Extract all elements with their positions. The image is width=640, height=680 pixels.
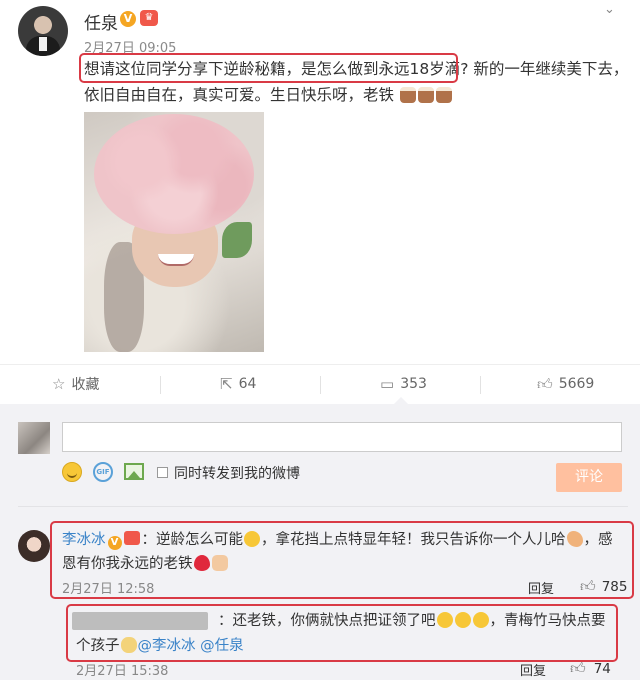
comment-count: 353 xyxy=(400,376,427,392)
more-chevron-icon[interactable]: ⌄ xyxy=(604,2,616,17)
comment-icon: ▭ xyxy=(380,375,395,393)
heart-emoji-icon xyxy=(193,555,210,571)
action-separator xyxy=(320,376,321,394)
emoji-icon[interactable] xyxy=(62,462,82,482)
thumb-up-icon: 👍︎ xyxy=(537,374,553,393)
reply-button[interactable]: 回复 xyxy=(528,578,554,597)
reply-text: ：还老铁，你俩就快点把证领了吧 ，青梅竹马快点要个孩子 @李冰冰 @任泉 xyxy=(76,609,612,659)
muscle-emoji-icon xyxy=(566,531,583,547)
author-avatar[interactable] xyxy=(18,6,68,56)
thumb-up-icon: 👍︎ xyxy=(580,577,596,595)
action-separator xyxy=(160,376,161,394)
smirk-emoji-icon xyxy=(436,612,453,628)
comment-input[interactable] xyxy=(62,422,622,452)
reply-like-count: 74 xyxy=(593,660,611,677)
like-button[interactable]: 👍︎ 5669 xyxy=(537,364,594,404)
comment-text-part-1: ：逆龄怎么可能 xyxy=(141,532,244,548)
commenter-avatar[interactable] xyxy=(18,530,50,562)
gif-icon[interactable]: GIF xyxy=(93,462,113,482)
star-icon: ☆ xyxy=(52,375,66,393)
cake-emoji-icon xyxy=(417,87,434,103)
photo-leaf xyxy=(222,222,252,258)
image-icon[interactable] xyxy=(124,463,144,480)
repost-checkbox-label[interactable]: 同时转发到我的微博 xyxy=(174,463,300,483)
comment-like-button[interactable]: 👍︎ 785 xyxy=(580,577,627,596)
action-separator xyxy=(480,376,481,394)
panel-caret xyxy=(394,397,408,404)
repost-checkbox[interactable] xyxy=(157,467,168,478)
repost-icon: ⇱ xyxy=(220,375,233,393)
verified-badge-icon: V xyxy=(107,536,122,550)
member-crown-icon xyxy=(123,531,140,545)
hand-emoji-icon xyxy=(211,555,228,571)
comment-timestamp: 2月27日 12:58 xyxy=(62,582,155,597)
comment-text: 李冰冰 V ：逆龄怎么可能 ，拿花挡上点特显年轻！我只告诉你一个人儿哈 ，感恩有你我永远… xyxy=(62,528,624,576)
cake-emoji-icon xyxy=(435,87,452,103)
smirk-emoji-icon xyxy=(454,612,471,628)
comment-text-part-2: ，拿花挡上点特显年轻！我只告诉你一个人儿哈 xyxy=(261,532,566,548)
reply-button[interactable]: 回复 xyxy=(520,660,546,679)
reply-like-button[interactable]: 👍︎ 74 xyxy=(570,659,611,678)
reply-text-part-1: ：还老铁，你俩就快点把证领了吧 xyxy=(218,613,436,629)
member-crown-icon: ♛ xyxy=(140,10,158,26)
author-name[interactable]: 任泉 xyxy=(84,9,118,34)
like-count: 5669 xyxy=(558,376,595,392)
avatar-shirt xyxy=(39,37,47,51)
smirk-emoji-icon xyxy=(472,612,489,628)
mention-link[interactable]: @任泉 xyxy=(200,638,244,654)
verified-badge-icon: V xyxy=(120,11,136,27)
favorite-button[interactable]: ☆ 收藏 xyxy=(52,364,99,404)
submit-comment-button[interactable]: 评论 xyxy=(556,463,622,492)
mention-link[interactable]: @李冰冰 xyxy=(138,638,196,654)
reply-timestamp: 2月27日 15:38 xyxy=(76,664,169,679)
my-avatar xyxy=(18,422,50,454)
post-photo[interactable] xyxy=(84,112,264,352)
cake-emoji-icon xyxy=(399,87,416,103)
highlight-annotation xyxy=(79,53,458,83)
repost-count: 64 xyxy=(238,376,257,392)
bear-emoji-icon xyxy=(120,637,137,653)
laugh-emoji-icon xyxy=(244,531,260,547)
commenter-name[interactable]: 李冰冰 xyxy=(62,532,106,548)
photo-flowers xyxy=(94,114,254,234)
thumb-up-icon: 👍︎ xyxy=(570,659,586,677)
favorite-label: 收藏 xyxy=(71,377,100,393)
composer-divider xyxy=(18,506,628,507)
comment-like-count: 785 xyxy=(601,578,628,595)
repost-button[interactable]: ⇱ 64 xyxy=(220,364,256,404)
